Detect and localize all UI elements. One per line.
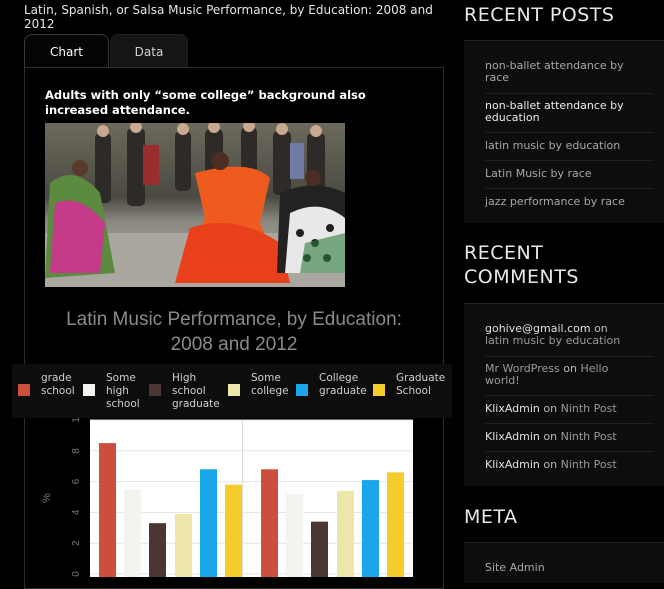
legend-label: College graduate — [319, 372, 367, 397]
recent-post-link[interactable]: latin music by education — [485, 140, 635, 152]
divider — [485, 188, 653, 189]
recent-post-link[interactable]: jazz performance by race — [485, 196, 635, 208]
bar-chart: 0 2 4 6 8 1% — [41, 417, 413, 589]
comment-item: KlixAdmin on Ninth Post — [485, 459, 655, 471]
divider — [485, 160, 653, 161]
comment-item: KlixAdmin on Ninth Post — [485, 431, 655, 443]
divider — [485, 356, 653, 357]
legend-label: High school graduate — [172, 372, 220, 410]
bar — [149, 523, 166, 589]
recent-comments-heading: RECENT COMMENTS — [464, 241, 579, 289]
page-header-text: Latin, Spanish, or Salsa Music Performan… — [24, 3, 433, 31]
legend-swatch — [18, 384, 30, 396]
bar — [200, 469, 217, 589]
legend-label: grade school — [41, 372, 75, 397]
comment-on: on — [563, 362, 577, 375]
chart-title: Latin Music Performance, by Education: 2… — [24, 307, 444, 357]
bar — [337, 490, 354, 589]
comment-post-link[interactable]: Ninth Post — [561, 458, 617, 471]
y-tick-label: 2 — [71, 540, 82, 546]
legend-swatch — [83, 384, 95, 396]
bar — [124, 489, 141, 589]
recent-posts-box: non-ballet attendance by race non-ballet… — [464, 40, 664, 223]
comment-on: on — [543, 430, 558, 443]
legend-swatch — [228, 384, 240, 396]
divider — [485, 132, 653, 133]
legend-swatch — [149, 384, 161, 396]
legend-label: Graduate School — [396, 372, 446, 397]
comment-post-link[interactable]: latin music by education — [485, 334, 620, 347]
y-tick-label: 1 — [71, 417, 82, 423]
bar — [362, 480, 379, 589]
recent-comments-heading-line: RECENT — [464, 242, 544, 264]
recent-posts-heading: RECENT POSTS — [464, 4, 615, 26]
tab-chart[interactable]: Chart — [24, 34, 109, 69]
y-tick-label: 8 — [71, 448, 82, 454]
y-tick-label: 6 — [71, 478, 82, 484]
bar — [261, 469, 278, 589]
comment-item: KlixAdmin on Ninth Post — [485, 403, 655, 415]
y-axis-label: % — [41, 493, 53, 503]
comment-author[interactable]: KlixAdmin — [485, 402, 540, 415]
chart-title-line-2: 2008 and 2012 — [170, 334, 298, 355]
tab-data[interactable]: Data — [110, 34, 188, 69]
comment-author[interactable]: KlixAdmin — [485, 430, 540, 443]
bar — [225, 484, 242, 589]
bar — [311, 521, 328, 589]
meta-heading: META — [464, 506, 518, 528]
divider — [485, 451, 653, 452]
recent-post-link[interactable]: non-ballet attendance by race — [485, 60, 635, 84]
sidebar: RECENT POSTS non-ballet attendance by ra… — [454, 0, 664, 583]
comment-author[interactable]: KlixAdmin — [485, 458, 540, 471]
recent-comments-box: gohive@gmail.com on latin music by educa… — [464, 303, 664, 486]
chart-area: 0 2 4 6 8 1% — [0, 410, 460, 589]
dancers-photo — [45, 123, 345, 287]
legend-swatch — [296, 384, 308, 396]
recent-post-link[interactable]: Latin Music by race — [485, 168, 635, 180]
meta-link[interactable]: Site Admin — [485, 562, 635, 574]
caption: Adults with only “some college” backgrou… — [45, 88, 366, 117]
comment-item: Mr WordPress on Hello world! — [485, 363, 635, 387]
comment-post-link[interactable]: Ninth Post — [561, 402, 617, 415]
bar — [387, 472, 404, 589]
legend-swatch — [373, 384, 385, 396]
recent-comments-heading-line: COMMENTS — [464, 266, 579, 288]
comment-on: on — [543, 402, 558, 415]
comment-item: gohive@gmail.com on latin music by educa… — [485, 323, 635, 347]
divider — [485, 93, 653, 94]
comment-on: on — [543, 458, 558, 471]
comment-post-link[interactable]: Ninth Post — [561, 430, 617, 443]
chart-title-line-1: Latin Music Performance, by Education: — [66, 309, 402, 330]
recent-post-link[interactable]: non-ballet attendance by education — [485, 100, 635, 124]
divider — [485, 395, 653, 396]
divider — [485, 423, 653, 424]
bar — [99, 443, 116, 589]
legend-label: Some high school — [106, 372, 140, 410]
legend-label: Some college — [251, 372, 289, 397]
y-tick-label: 0 — [71, 571, 82, 577]
y-tick-label: 4 — [71, 509, 82, 515]
bar — [286, 493, 303, 589]
bar — [175, 513, 192, 589]
